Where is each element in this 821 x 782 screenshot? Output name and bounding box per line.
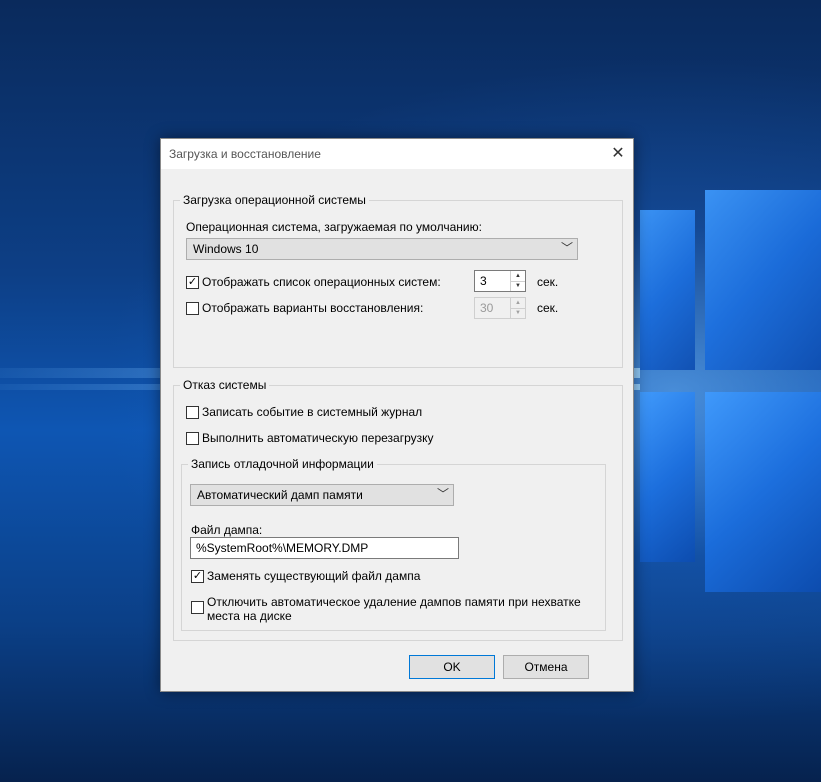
auto-restart-checkbox[interactable] xyxy=(186,432,199,445)
startup-recovery-dialog: Загрузка и восстановление ✕ Загрузка опе… xyxy=(160,138,634,692)
spin-down-icon[interactable]: ▼ xyxy=(510,308,525,318)
show-os-list-unit: сек. xyxy=(537,275,559,289)
show-os-list-checkbox[interactable]: ✓ xyxy=(186,276,199,289)
dump-file-input[interactable]: %SystemRoot%\MEMORY.DMP xyxy=(190,537,459,559)
windows-logo-pane xyxy=(705,190,821,370)
write-event-label: Записать событие в системный журнал xyxy=(202,405,423,419)
dump-type-select[interactable]: Автоматический дамп памяти ﹀ xyxy=(190,484,454,506)
show-os-list-seconds-value: 3 xyxy=(480,274,487,288)
default-os-select[interactable]: Windows 10 ﹀ xyxy=(186,238,578,260)
disable-autodelete-checkbox[interactable] xyxy=(191,601,204,614)
disable-autodelete-label-line1: Отключить автоматическое удаление дампов… xyxy=(207,595,581,609)
system-failure-group-legend: Отказ системы xyxy=(180,378,270,392)
cancel-button[interactable]: Отмена xyxy=(503,655,589,679)
write-event-checkbox[interactable] xyxy=(186,406,199,419)
dump-file-value: %SystemRoot%\MEMORY.DMP xyxy=(196,541,369,555)
ok-button[interactable]: OK xyxy=(409,655,495,679)
show-os-list-label: Отображать список операционных систем: xyxy=(202,275,441,289)
chevron-down-icon: ﹀ xyxy=(560,241,573,255)
chevron-down-icon: ﹀ xyxy=(436,487,449,501)
show-recovery-seconds-value: 30 xyxy=(480,301,494,315)
overwrite-dump-label: Заменять существующий файл дампа xyxy=(207,569,421,583)
debug-info-group-legend: Запись отладочной информации xyxy=(188,457,377,471)
dialog-title: Загрузка и восстановление xyxy=(169,147,321,161)
title-bar[interactable]: Загрузка и восстановление ✕ xyxy=(161,139,633,169)
dump-file-label: Файл дампа: xyxy=(191,523,263,537)
windows-logo-pane xyxy=(640,392,695,562)
auto-restart-label: Выполнить автоматическую перезагрузку xyxy=(202,431,434,445)
overwrite-dump-checkbox[interactable]: ✓ xyxy=(191,570,204,583)
show-recovery-seconds-spinner[interactable]: 30 ▲ ▼ xyxy=(474,297,526,319)
startup-group-legend: Загрузка операционной системы xyxy=(180,193,369,207)
close-icon[interactable]: ✕ xyxy=(603,139,633,169)
show-recovery-unit: сек. xyxy=(537,301,559,315)
windows-logo-pane xyxy=(705,392,821,592)
dump-type-value: Автоматический дамп памяти xyxy=(197,488,363,502)
show-recovery-checkbox[interactable] xyxy=(186,302,199,315)
spin-down-icon[interactable]: ▼ xyxy=(510,281,525,291)
disable-autodelete-label-line2: места на диске xyxy=(207,609,292,623)
default-os-value: Windows 10 xyxy=(193,242,259,256)
show-os-list-seconds-spinner[interactable]: 3 ▲ ▼ xyxy=(474,270,526,292)
show-recovery-label: Отображать варианты восстановления: xyxy=(202,301,424,315)
windows-logo-pane xyxy=(640,210,695,370)
default-os-label: Операционная система, загружаемая по умо… xyxy=(186,220,482,234)
